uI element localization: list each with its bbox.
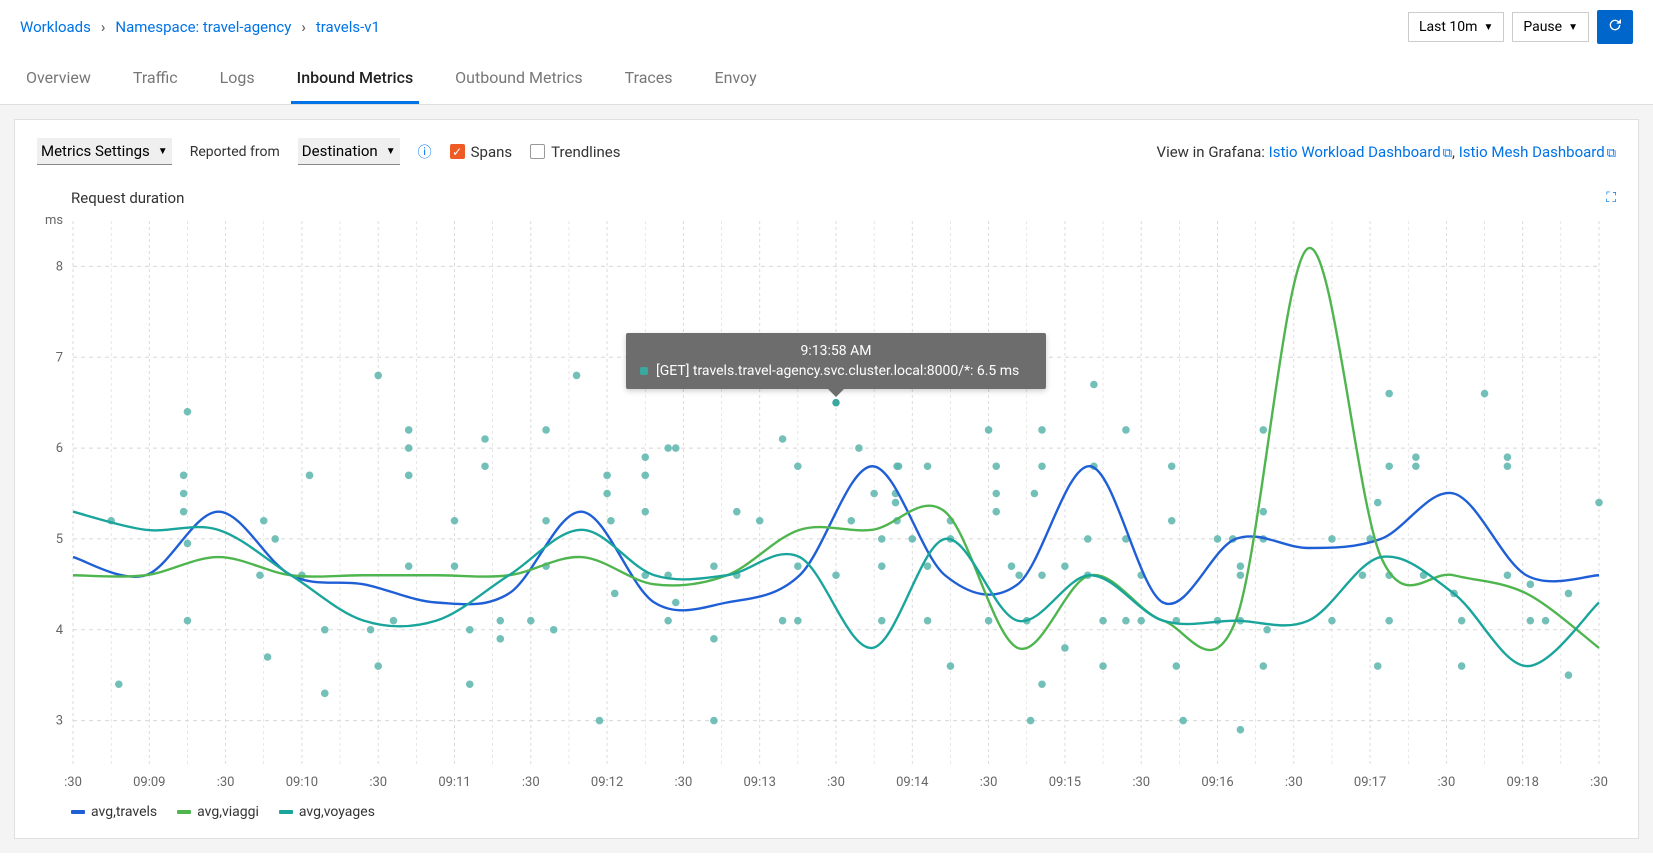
svg-text::30: :30 [675, 775, 693, 790]
svg-text:09:18: 09:18 [1507, 775, 1539, 790]
svg-text:09:09: 09:09 [133, 775, 165, 790]
svg-text:7: 7 [56, 350, 63, 365]
request-duration-chart[interactable]: 3 4 5 6 7 8 :30 09:09 :30 09:10 :30 09:11 :30 09:12 :3… [37, 211, 1609, 796]
time-range-dropdown[interactable]: Last 10m ▼ [1408, 12, 1504, 42]
refresh-button[interactable] [1597, 10, 1633, 44]
svg-text:5: 5 [56, 532, 63, 547]
chart-title: Request duration [71, 189, 184, 207]
spans-label: Spans [471, 143, 513, 161]
svg-text::30: :30 [1285, 775, 1303, 790]
legend-swatch-icon [71, 810, 85, 814]
legend-swatch-icon [177, 810, 191, 814]
metrics-settings-label: Metrics Settings [41, 142, 150, 160]
grafana-links: View in Grafana: Istio Workload Dashboar… [1157, 143, 1616, 161]
legend-swatch-icon [279, 810, 293, 814]
caret-down-icon: ▼ [158, 146, 168, 157]
grafana-mesh-link[interactable]: Istio Mesh Dashboard⧉ [1459, 143, 1616, 161]
y-axis-unit: ms [45, 213, 63, 228]
svg-text::30: :30 [1438, 775, 1456, 790]
svg-text::30: :30 [522, 775, 540, 790]
grafana-prefix: View in Grafana: [1157, 143, 1265, 161]
breadcrumb-workloads[interactable]: Workloads [20, 18, 91, 36]
tabs: Overview Traffic Logs Inbound Metrics Outbou… [0, 54, 1653, 105]
legend-travels[interactable]: avg,travels [71, 804, 157, 820]
svg-text:09:16: 09:16 [1201, 775, 1233, 790]
chart-legend: avg,travels avg,viaggi avg,voyages [71, 804, 1616, 820]
caret-down-icon: ▼ [1483, 22, 1493, 33]
svg-text::30: :30 [64, 775, 82, 790]
breadcrumb: Workloads › Namespace: travel-agency › t… [20, 18, 380, 36]
svg-text::30: :30 [1590, 775, 1608, 790]
svg-text:09:14: 09:14 [896, 775, 929, 790]
caret-down-icon: ▼ [1568, 22, 1578, 33]
caret-down-icon: ▼ [386, 146, 396, 157]
tab-logs[interactable]: Logs [214, 54, 261, 104]
svg-text::30: :30 [980, 775, 998, 790]
svg-text:09:13: 09:13 [744, 775, 776, 790]
spans-checkbox[interactable]: ✓ Spans [450, 143, 513, 161]
svg-text:09:17: 09:17 [1354, 775, 1386, 790]
svg-text::30: :30 [1132, 775, 1150, 790]
reporter-dropdown[interactable]: Destination ▼ [298, 138, 400, 165]
svg-text:09:10: 09:10 [286, 775, 318, 790]
checkbox-unchecked-icon [530, 144, 545, 159]
tab-traces[interactable]: Traces [619, 54, 679, 104]
legend-label: avg,viaggi [197, 804, 259, 820]
checkbox-checked-icon: ✓ [450, 144, 465, 159]
external-link-icon: ⧉ [1607, 146, 1616, 161]
svg-text:8: 8 [56, 259, 63, 274]
svg-text::30: :30 [827, 775, 845, 790]
svg-text::30: :30 [369, 775, 387, 790]
grafana-workload-link[interactable]: Istio Workload Dashboard⧉ [1269, 143, 1452, 161]
pause-label: Pause [1523, 19, 1562, 35]
pause-dropdown[interactable]: Pause ▼ [1512, 12, 1589, 42]
breadcrumb-item[interactable]: travels-v1 [316, 18, 380, 36]
time-range-label: Last 10m [1419, 19, 1477, 35]
svg-text:4: 4 [56, 623, 64, 638]
trendlines-checkbox[interactable]: Trendlines [530, 143, 620, 161]
svg-text::30: :30 [217, 775, 235, 790]
svg-text:09:15: 09:15 [1049, 775, 1081, 790]
reported-from-label: Reported from [190, 144, 280, 160]
expand-icon[interactable]: ⛶ [1606, 190, 1616, 206]
svg-text:09:11: 09:11 [438, 775, 470, 790]
tab-outbound-metrics[interactable]: Outbound Metrics [449, 54, 588, 104]
tab-traffic[interactable]: Traffic [127, 54, 184, 104]
chevron-right-icon: › [101, 18, 106, 36]
legend-voyages[interactable]: avg,voyages [279, 804, 375, 820]
tab-inbound-metrics[interactable]: Inbound Metrics [291, 54, 420, 104]
svg-text:6: 6 [56, 441, 63, 456]
svg-text:09:12: 09:12 [591, 775, 623, 790]
legend-label: avg,voyages [299, 804, 375, 820]
svg-text:3: 3 [56, 714, 63, 729]
legend-viaggi[interactable]: avg,viaggi [177, 804, 259, 820]
tab-overview[interactable]: Overview [20, 54, 97, 104]
info-icon[interactable]: ⓘ [418, 142, 432, 162]
external-link-icon: ⧉ [1443, 146, 1452, 161]
reporter-label: Destination [302, 142, 378, 160]
tab-envoy[interactable]: Envoy [709, 54, 763, 104]
metrics-settings-dropdown[interactable]: Metrics Settings ▼ [37, 138, 172, 165]
refresh-icon [1607, 17, 1623, 33]
trendlines-label: Trendlines [551, 143, 620, 161]
legend-label: avg,travels [91, 804, 157, 820]
chevron-right-icon: › [301, 18, 306, 36]
breadcrumb-namespace[interactable]: Namespace: travel-agency [115, 18, 291, 36]
